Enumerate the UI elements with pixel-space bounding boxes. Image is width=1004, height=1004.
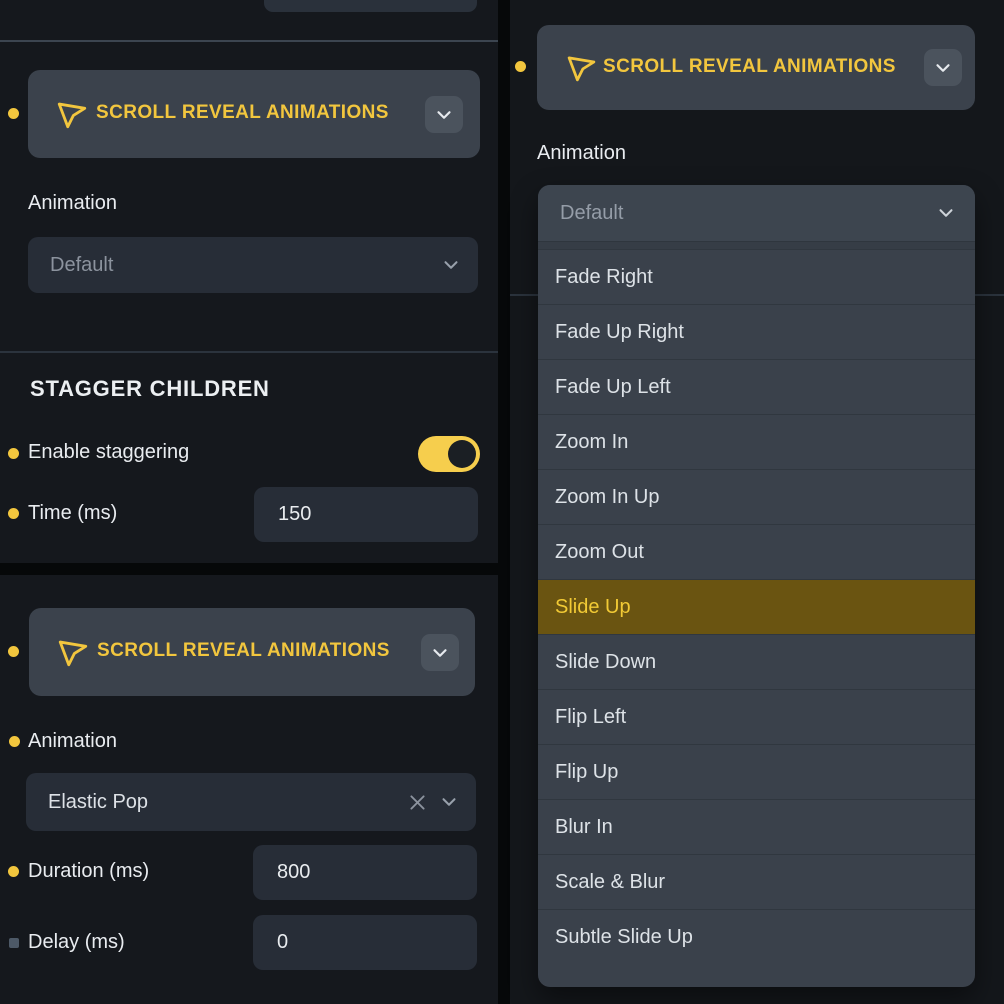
accordion-header-scroll-reveal[interactable]: SCROLL REVEAL ANIMATIONS	[537, 25, 975, 110]
partial-input-field[interactable]	[264, 0, 477, 12]
chevron-down-icon	[438, 791, 460, 813]
accordion-header-scroll-reveal[interactable]: SCROLL REVEAL ANIMATIONS	[28, 70, 480, 158]
option-fade-up-right[interactable]: Fade Up Right	[538, 304, 975, 359]
section-title: SCROLL REVEAL ANIMATIONS	[603, 56, 896, 78]
option-scale-blur[interactable]: Scale & Blur	[538, 854, 975, 909]
enable-staggering-toggle[interactable]	[418, 436, 480, 472]
time-ms-label: Time (ms)	[28, 502, 117, 525]
default-indicator-square	[9, 938, 19, 948]
select-value: Default	[538, 202, 935, 225]
animation-select[interactable]: Default	[28, 237, 478, 293]
option-zoom-in-up[interactable]: Zoom In Up	[538, 469, 975, 524]
option-flip-left[interactable]: Flip Left	[538, 689, 975, 744]
modified-indicator-dot	[9, 736, 20, 747]
accordion-header-scroll-reveal[interactable]: SCROLL REVEAL ANIMATIONS	[29, 608, 475, 696]
animation-label: Animation	[537, 142, 626, 165]
settings-panel-right: SCROLL REVEAL ANIMATIONS Animation Defau…	[510, 0, 1004, 1004]
delay-ms-label: Delay (ms)	[28, 931, 125, 954]
animation-dropdown-open: Default Fade Right Fade Up Right Fade Up…	[538, 185, 975, 987]
cursor-arrow-icon	[56, 635, 90, 669]
cursor-arrow-icon	[55, 97, 89, 131]
animation-select[interactable]: Elastic Pop	[26, 773, 476, 831]
option-subtle-slide-up[interactable]: Subtle Slide Up	[538, 909, 975, 964]
select-value: Default	[28, 254, 440, 277]
option-flip-up[interactable]: Flip Up	[538, 744, 975, 799]
animation-label: Animation	[28, 730, 117, 753]
section-title: SCROLL REVEAL ANIMATIONS	[96, 102, 389, 124]
section-title: SCROLL REVEAL ANIMATIONS	[97, 640, 390, 662]
modified-indicator-dot	[8, 448, 19, 459]
chevron-down-icon	[440, 254, 478, 276]
select-value: Elastic Pop	[26, 791, 407, 814]
settings-panel-top-left: SCROLL REVEAL ANIMATIONS Animation Defau…	[0, 0, 498, 563]
duration-ms-input[interactable]: 800	[253, 845, 477, 900]
collapse-button[interactable]	[924, 49, 962, 86]
toggle-knob	[448, 440, 476, 468]
x-clear-icon[interactable]	[407, 792, 428, 813]
delay-ms-input[interactable]: 0	[253, 915, 477, 970]
animation-select[interactable]: Default	[538, 185, 975, 242]
stagger-children-heading: STAGGER CHILDREN	[30, 376, 270, 402]
duration-ms-label: Duration (ms)	[28, 860, 149, 883]
modified-indicator-dot	[8, 646, 19, 657]
cursor-arrow-icon	[565, 51, 598, 84]
time-ms-input[interactable]: 150	[254, 487, 478, 542]
option-fade-up-left[interactable]: Fade Up Left	[538, 359, 975, 414]
collapse-button[interactable]	[421, 634, 459, 671]
collapse-button[interactable]	[425, 96, 463, 133]
option-zoom-in[interactable]: Zoom In	[538, 414, 975, 469]
modified-indicator-dot	[8, 866, 19, 877]
section-divider	[0, 351, 498, 353]
modified-indicator-dot	[515, 61, 526, 72]
modified-indicator-dot	[8, 508, 19, 519]
settings-panel-bottom-left: SCROLL REVEAL ANIMATIONS Animation Elast…	[0, 575, 498, 1004]
chevron-down-icon	[935, 202, 975, 224]
modified-indicator-dot	[8, 108, 19, 119]
dropdown-spacer	[538, 242, 975, 249]
option-slide-down[interactable]: Slide Down	[538, 634, 975, 689]
option-zoom-out[interactable]: Zoom Out	[538, 524, 975, 579]
option-slide-up[interactable]: Slide Up	[538, 579, 975, 634]
enable-staggering-label: Enable staggering	[28, 441, 189, 464]
option-blur-in[interactable]: Blur In	[538, 799, 975, 854]
animation-label: Animation	[28, 192, 117, 215]
option-fade-right[interactable]: Fade Right	[538, 249, 975, 304]
section-divider	[0, 40, 498, 42]
